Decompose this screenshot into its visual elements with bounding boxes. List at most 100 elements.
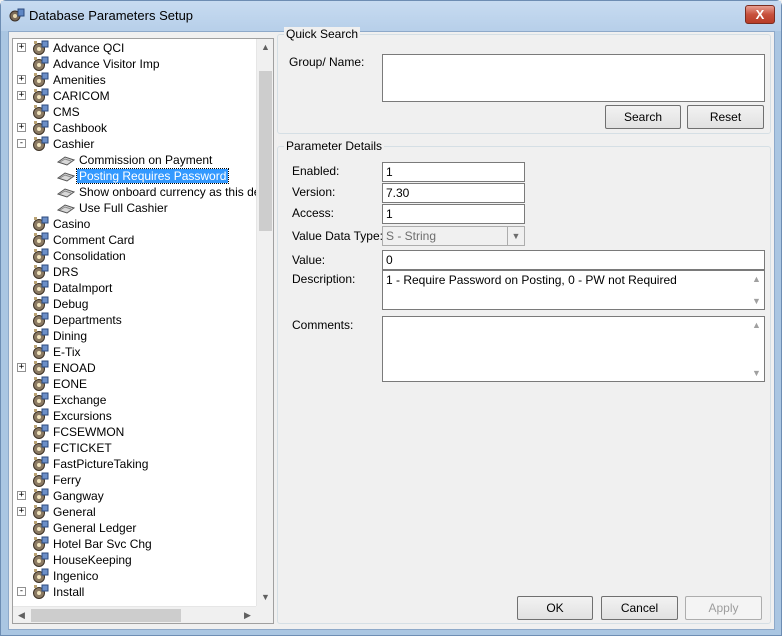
expand-icon[interactable]: + <box>17 75 26 84</box>
ok-button[interactable]: OK <box>517 596 593 620</box>
tree-item[interactable]: FCTICKET <box>13 440 253 456</box>
expand-icon[interactable]: + <box>17 43 26 52</box>
tree-item[interactable]: Excursions <box>13 408 253 424</box>
tree-item[interactable]: Commission on Payment <box>13 152 253 168</box>
tree-item[interactable]: + Cashbook <box>13 120 253 136</box>
tree-item[interactable]: EONE <box>13 376 253 392</box>
tree-item-label: DataImport <box>53 281 113 295</box>
search-button[interactable]: Search <box>605 105 681 129</box>
tree-item[interactable]: Consolidation <box>13 248 253 264</box>
tree-item[interactable]: DRS <box>13 264 253 280</box>
tree-item[interactable]: Ingenico <box>13 568 253 584</box>
gear-folder-icon <box>31 280 49 296</box>
tree-item[interactable]: E-Tix <box>13 344 253 360</box>
expand-icon[interactable]: + <box>17 123 26 132</box>
tree-item[interactable]: Departments <box>13 312 253 328</box>
tree-item[interactable]: + Amenities <box>13 72 253 88</box>
tree-item[interactable]: + Advance QCI <box>13 40 253 56</box>
tree-item[interactable]: FastPictureTaking <box>13 456 253 472</box>
tree-item[interactable]: Posting Requires Password <box>13 168 253 184</box>
tree-item[interactable]: HouseKeeping <box>13 552 253 568</box>
gear-folder-icon <box>31 248 49 264</box>
tree-horizontal-thumb[interactable] <box>31 609 181 622</box>
cancel-button[interactable]: Cancel <box>601 596 678 620</box>
tree-item[interactable]: Debug <box>13 296 253 312</box>
tree-item[interactable]: Dining <box>13 328 253 344</box>
gear-folder-icon <box>31 88 49 104</box>
tree-vertical-scrollbar[interactable]: ▲ ▼ <box>256 39 273 606</box>
scroll-down-icon[interactable]: ▼ <box>752 366 761 380</box>
tree-item[interactable]: Hotel Bar Svc Chg <box>13 536 253 552</box>
value-data-type-select[interactable]: S - String ▼ <box>382 226 525 246</box>
tree-item[interactable]: DataImport <box>13 280 253 296</box>
tree-item-label: Dining <box>53 329 88 343</box>
close-button[interactable]: X <box>745 5 775 24</box>
comments-field[interactable]: ▲ ▼ <box>382 316 765 382</box>
tree-item[interactable]: Ferry <box>13 472 253 488</box>
scroll-down-icon[interactable]: ▼ <box>752 294 761 308</box>
collapse-icon[interactable]: - <box>17 587 26 596</box>
gear-folder-icon <box>31 568 49 584</box>
parameter-tree[interactable]: + Advance QCI Advance Visitor Imp + Amenitie… <box>12 38 274 624</box>
collapse-icon[interactable]: - <box>17 139 26 148</box>
scroll-corner <box>256 606 273 623</box>
expand-icon[interactable]: + <box>17 91 26 100</box>
tree-item-label: Posting Requires Password <box>75 168 230 184</box>
gear-folder-icon <box>31 344 49 360</box>
tree-item[interactable]: Casino <box>13 216 253 232</box>
tree-item-label: Amenities <box>53 73 106 87</box>
version-field[interactable]: 7.30 <box>382 183 525 203</box>
tree-item[interactable]: - Cashier <box>13 136 253 152</box>
tree-item-label: Consolidation <box>53 249 126 263</box>
scroll-down-icon[interactable]: ▼ <box>257 589 273 606</box>
parameter-leaf-icon <box>56 201 76 215</box>
scroll-up-icon[interactable]: ▲ <box>752 318 761 332</box>
gear-folder-icon <box>31 136 49 152</box>
tree-item[interactable]: FCSEWMON <box>13 424 253 440</box>
comments-scrollbar[interactable]: ▲ ▼ <box>750 317 764 381</box>
value-field[interactable]: 0 <box>382 250 765 270</box>
description-field[interactable]: 1 - Require Password on Posting, 0 - PW … <box>382 270 765 310</box>
expand-icon[interactable]: + <box>17 491 26 500</box>
gear-folder-icon <box>31 520 49 536</box>
tree-item-label: Use Full Cashier <box>79 201 168 215</box>
tree-vertical-thumb[interactable] <box>259 71 272 231</box>
enabled-field[interactable]: 1 <box>382 162 525 182</box>
description-scrollbar[interactable]: ▲ ▼ <box>750 271 764 309</box>
access-field[interactable]: 1 <box>382 204 525 224</box>
expand-icon[interactable]: + <box>17 363 26 372</box>
tree-horizontal-scrollbar[interactable]: ◀ ▶ <box>13 606 256 623</box>
quick-search-group: Quick Search Group/ Name: Search Reset <box>277 27 771 134</box>
chevron-down-icon[interactable]: ▼ <box>507 227 524 245</box>
tree-item[interactable]: Advance Visitor Imp <box>13 56 253 72</box>
gear-folder-icon <box>31 104 49 120</box>
group-name-input[interactable] <box>382 54 765 102</box>
scroll-up-icon[interactable]: ▲ <box>752 272 761 286</box>
tree-item[interactable]: + Gangway <box>13 488 253 504</box>
tree-item[interactable]: Use Full Cashier <box>13 200 253 216</box>
tree-item-label: CARICOM <box>53 89 110 103</box>
gear-folder-icon <box>31 328 49 344</box>
close-icon: X <box>755 7 765 22</box>
scroll-right-icon[interactable]: ▶ <box>239 607 256 623</box>
tree-item[interactable]: CMS <box>13 104 253 120</box>
apply-button[interactable]: Apply <box>685 596 762 620</box>
gear-folder-icon <box>31 120 49 136</box>
tree-item[interactable]: - Install <box>13 584 253 600</box>
gear-folder-icon <box>31 456 49 472</box>
tree-item[interactable]: Show onboard currency as this dept <box>13 184 270 200</box>
tree-item[interactable]: Comment Card <box>13 232 253 248</box>
description-label: Description: <box>292 272 356 286</box>
gear-folder-icon <box>31 264 49 280</box>
comments-label: Comments: <box>292 318 354 332</box>
scroll-up-icon[interactable]: ▲ <box>257 39 273 56</box>
title-bar[interactable]: Database Parameters Setup X <box>1 1 781 31</box>
tree-item[interactable]: + ENOAD <box>13 360 253 376</box>
tree-item[interactable]: General Ledger <box>13 520 253 536</box>
scroll-left-icon[interactable]: ◀ <box>13 607 30 623</box>
reset-button[interactable]: Reset <box>687 105 764 129</box>
tree-item[interactable]: + General <box>13 504 253 520</box>
tree-item[interactable]: + CARICOM <box>13 88 253 104</box>
tree-item[interactable]: Exchange <box>13 392 253 408</box>
expand-icon[interactable]: + <box>17 507 26 516</box>
